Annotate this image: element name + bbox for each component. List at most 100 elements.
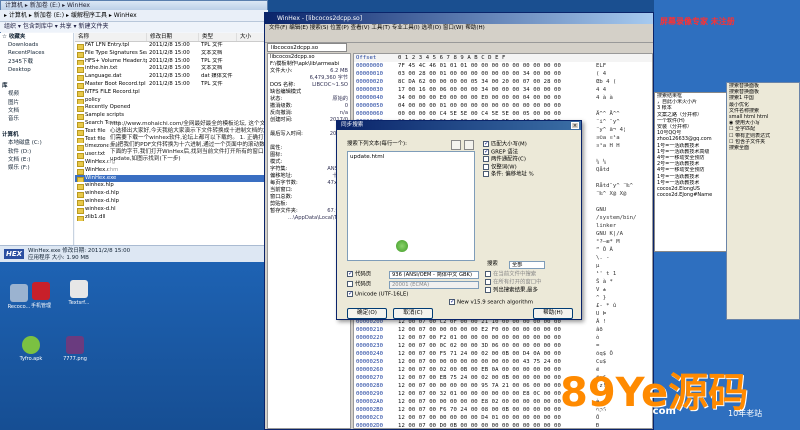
hex-row[interactable]: 00000050 04 00 00 00 01 00 00 00 00 00 00…	[354, 102, 652, 110]
ok-button[interactable]: 确定(O)	[347, 308, 387, 319]
checkbox[interactable]	[483, 148, 489, 155]
file-row[interactable]: Sample scripts	[75, 112, 268, 120]
explorer-address-bar[interactable]: ▸ 计算机 ▸ 新加卷 (E:) ▸ 缓解程序工具 ▸ WinHex	[0, 10, 268, 22]
help-button[interactable]: 帮助(H)	[533, 308, 573, 319]
checkbox[interactable]	[483, 171, 489, 177]
hex-row[interactable]: 00000030 17 00 16 00 06 00 00 00 34 00 00…	[354, 86, 652, 94]
cancel-button[interactable]: 取消(C)	[393, 308, 433, 319]
checkbox[interactable]	[347, 281, 353, 287]
search-in-select[interactable]: 全部	[509, 261, 545, 269]
nav-item[interactable]: ☆ 收藏夹	[0, 33, 73, 41]
hex-row[interactable]: 00000240 12 00 07 00 F5 71 24 00 02 00 0B…	[354, 350, 652, 358]
codepage2-select[interactable]: 20001 (ECMA)	[389, 281, 479, 289]
hex-row[interactable]: 00000020 8C DA 62 00 00 00 00 05 34 00 20…	[354, 78, 652, 86]
hex-row[interactable]: 00000000 7F 45 4C 46 01 01 01 00 00 00 00…	[354, 62, 652, 70]
unicode-option[interactable]: Unicode (UTF-16LE)	[347, 290, 408, 299]
file-row[interactable]: Language.dat 2011/2/8 15:00 dat 媒体文件	[75, 73, 268, 81]
file-row[interactable]: WinHex.exe	[75, 174, 268, 183]
file-row[interactable]: policy	[75, 97, 268, 105]
checkbox[interactable]	[449, 298, 455, 305]
nav-item[interactable]: 视频	[0, 90, 73, 98]
codepage-select[interactable]: 936 (ANSI/OEM - 简体中文 GBK)	[389, 271, 479, 279]
save-icon[interactable]	[464, 140, 474, 150]
info-key: 状态:	[270, 96, 283, 102]
option-match-case[interactable]: 匹配大小写(M)	[483, 140, 579, 149]
codepage-option[interactable]: 代码页	[347, 270, 371, 279]
opt-current-file[interactable]: 在当前文件中搜索	[485, 271, 536, 279]
nav-item[interactable]: Downloads	[0, 41, 73, 49]
hex-row[interactable]: 00000040 34 00 00 00 E0 00 00 00 E0 00 00…	[354, 94, 652, 102]
nav-item[interactable]: RecentPlaces	[0, 49, 73, 57]
hex-row[interactable]: 00000010 03 00 28 00 01 00 00 00 00 00 00…	[354, 70, 652, 78]
checkbox[interactable]	[483, 140, 489, 147]
column-date[interactable]: 修改日期	[147, 33, 199, 41]
column-name[interactable]: 名称	[75, 33, 147, 41]
hex-row[interactable]: 00000060 00 00 00 00 C4 5E 5E 00 C4 5E 5E…	[354, 110, 652, 118]
file-row[interactable]: winhex-d.hl	[75, 206, 268, 214]
nav-item[interactable]: 娱乐 (F:)	[0, 164, 73, 172]
checkbox[interactable]	[483, 163, 489, 170]
file-row[interactable]: inthe.hin.txt 2011/2/8 15:00 文本文档	[75, 65, 268, 74]
checkbox[interactable]	[485, 287, 491, 293]
new-algorithm-option[interactable]: New v15.9 search algorithm	[449, 298, 533, 307]
file-row[interactable]: winhex.hlp	[75, 182, 268, 191]
nav-item[interactable]: Desktop	[0, 66, 73, 74]
desktop-icon-phone-manager[interactable]: 手机管理	[24, 282, 58, 309]
file-row[interactable]: Master Boot Record.tpl 2011/2/8 15:00 TPL …	[75, 81, 268, 89]
winhex-toolbar[interactable]	[265, 33, 653, 43]
option-wildcards[interactable]: 两件通配符(C)	[483, 156, 579, 164]
desktop-icon-label: Tyfro.apk	[19, 356, 43, 362]
hex-offset: 00000000	[356, 63, 383, 69]
opt-all-windows[interactable]: 在所有打开的窗口中	[485, 279, 542, 287]
column-size[interactable]: 大小	[237, 33, 267, 41]
checkbox[interactable]	[483, 156, 489, 162]
opt-list-results[interactable]: 列出搜索结果,最多	[485, 287, 538, 295]
open-file-icon[interactable]	[451, 140, 461, 150]
search-terms-textarea[interactable]: update.html	[347, 151, 475, 261]
winhex-file-tab[interactable]: libcocos2dcpp.so	[267, 43, 347, 52]
file-row[interactable]: winhex-d.hlp	[75, 190, 268, 198]
info-key: F:\模板制作\apk\lib\armeabi	[270, 61, 340, 67]
hex-ascii: \. -	[596, 255, 610, 261]
nav-item[interactable]: 文档 (E:)	[0, 156, 73, 164]
hex-row[interactable]: 00000210 12 00 07 00 00 00 00 00 E2 F0 00…	[354, 326, 652, 334]
desktop-icon-png[interactable]: 7777.png	[58, 336, 92, 362]
codepage2-option[interactable]: 代码页	[347, 281, 371, 289]
nav-item[interactable]: 2345下载	[0, 58, 73, 66]
hex-row[interactable]: 000002D0 12 00 07 00 D0 0B 00 00 00 00 00…	[354, 422, 652, 429]
file-row[interactable]: FAT LFN Entry.tpl 2011/2/8 15:00 TPL 文件	[75, 42, 268, 50]
explorer-toolbar[interactable]: 组织 ▾ 包含到库中 ▾ 共享 ▾ 新建文件夹	[0, 22, 268, 32]
hex-row[interactable]: 00000230 12 00 07 00 0C 02 00 00 3D 06 00…	[354, 342, 652, 350]
file-row[interactable]: NTFS FILE Record.tpl	[75, 89, 268, 97]
file-row[interactable]: winhex-d.hlp	[75, 198, 268, 206]
nav-item[interactable]: 软件 (D:)	[0, 148, 73, 156]
checkbox[interactable]	[485, 279, 491, 285]
panel-line[interactable]: 搜索全面	[727, 145, 799, 151]
nav-item[interactable]	[0, 74, 73, 82]
nav-item[interactable]: 库	[0, 82, 73, 90]
option-offset-condition[interactable]: 条件: 偏移地址 %	[483, 171, 579, 179]
nav-item[interactable]	[0, 123, 73, 131]
checkbox[interactable]	[347, 270, 353, 277]
winhex-menu-bar[interactable]: 文件(F) 编辑(E) 搜索(S) 位置(P) 查看(V) 工具(T) 专业工具…	[265, 24, 653, 33]
file-row[interactable]: File Type Signatures Search.txt2011/2/8 …	[75, 50, 268, 58]
hex-bytes: 12 00 07 00 D0 0B 00 00 00 00 00 00 00 0…	[398, 423, 561, 429]
checkbox[interactable]	[485, 271, 491, 277]
nav-item[interactable]: 音乐	[0, 115, 73, 123]
option-whole-words[interactable]: 仅整词(W)	[483, 163, 579, 172]
file-size	[237, 182, 267, 190]
file-row[interactable]: Recently Opened	[75, 104, 268, 113]
desktop-icon-textsrf[interactable]: Textsrf...	[62, 280, 96, 306]
desktop-icon-apk[interactable]: Tyfro.apk	[14, 336, 48, 362]
column-type[interactable]: 类型	[199, 33, 237, 41]
close-icon[interactable]: ×	[571, 122, 579, 129]
nav-item[interactable]: 计算机	[0, 131, 73, 139]
nav-item[interactable]: 本地磁盘 (C:)	[0, 139, 73, 147]
checkbox[interactable]	[347, 290, 353, 297]
file-row[interactable]: zlib1.dll	[75, 214, 268, 222]
nav-item[interactable]: 文档	[0, 107, 73, 115]
option-grep[interactable]: GREP 语法	[483, 148, 579, 157]
file-row[interactable]: HFS+ Volume Header.tpl 2011/2/8 15:00 TPL …	[75, 58, 268, 66]
hex-row[interactable]: 00000220 12 00 07 00 F2 01 00 00 00 00 00…	[354, 334, 652, 342]
nav-item[interactable]: 图片	[0, 99, 73, 107]
